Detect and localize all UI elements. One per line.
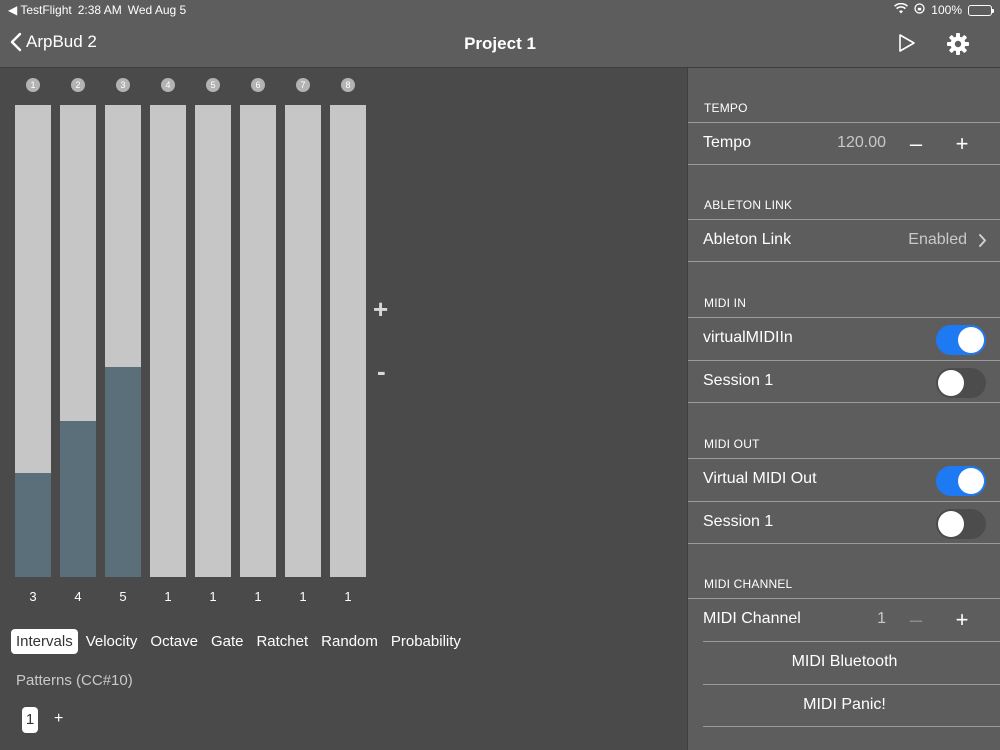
step-level-fill xyxy=(105,366,141,577)
step-slider[interactable] xyxy=(150,105,186,577)
pattern-button[interactable]: 1 xyxy=(22,707,38,733)
step-slider[interactable] xyxy=(15,105,51,577)
midi-panic-row: MIDI Panic! xyxy=(703,684,1000,727)
step-value: 4 xyxy=(74,589,82,604)
step-level-fill xyxy=(60,421,96,577)
status-date: Wed Aug 5 xyxy=(127,3,187,17)
midi-channel-label: MIDI Channel xyxy=(703,610,801,627)
step-value: 1 xyxy=(299,589,307,604)
step-value: 5 xyxy=(119,589,127,604)
midi-out-row: Session 1 xyxy=(688,501,1000,544)
status-bar: ◀ TestFlight 2:38 AM Wed Aug 5 100% xyxy=(0,0,1000,20)
midi-out-toggle[interactable] xyxy=(936,466,986,496)
tempo-value: 120.00 xyxy=(837,134,886,151)
add-step-button[interactable]: + xyxy=(373,294,388,325)
tab-velocity[interactable]: Velocity xyxy=(81,629,143,654)
midi-channel-decrement-button[interactable]: – xyxy=(896,603,936,637)
section-header-ableton-link: ABLETON LINK xyxy=(704,198,793,212)
step-value: 1 xyxy=(344,589,352,604)
ableton-link-label: Ableton Link xyxy=(703,231,792,248)
midi-channel-value: 1 xyxy=(877,610,886,627)
navigation-bar: ArpBud 2 Project 1 xyxy=(0,20,1000,68)
midi-in-row: Session 1 xyxy=(688,360,1000,403)
step-value: 1 xyxy=(164,589,172,604)
battery-icon xyxy=(968,4,994,16)
tab-octave[interactable]: Octave xyxy=(145,629,203,654)
add-pattern-button[interactable]: + xyxy=(54,710,63,728)
tempo-decrement-button[interactable]: – xyxy=(896,127,936,161)
tempo-row: Tempo 120.00 – + xyxy=(688,122,1000,165)
tab-random[interactable]: Random xyxy=(316,629,383,654)
step-slider[interactable] xyxy=(105,105,141,577)
midi-channel-increment-button[interactable]: + xyxy=(942,603,982,637)
battery-percent: 100% xyxy=(931,3,962,17)
step-number-badge: 1 xyxy=(26,78,40,92)
tempo-label: Tempo xyxy=(703,134,752,151)
orientation-lock-icon xyxy=(914,3,925,17)
step-slider[interactable] xyxy=(240,105,276,577)
play-icon xyxy=(899,34,915,52)
chevron-right-icon xyxy=(979,234,986,247)
midi-out-row: Virtual MIDI Out xyxy=(688,458,1000,501)
parameter-tabs: Intervals Velocity Octave Gate Ratchet R… xyxy=(11,629,469,654)
step-slider[interactable] xyxy=(285,105,321,577)
status-time: 2:38 AM xyxy=(77,3,122,17)
step-value: 1 xyxy=(209,589,217,604)
toggle-knob xyxy=(958,327,984,353)
step-number-badge: 2 xyxy=(71,78,85,92)
ableton-link-value: Enabled xyxy=(908,231,967,248)
step-level-fill xyxy=(15,473,51,577)
settings-button[interactable] xyxy=(946,32,970,61)
midi-in-toggle[interactable] xyxy=(936,325,986,355)
midi-bluetooth-button[interactable]: MIDI Bluetooth xyxy=(703,653,986,671)
midi-channel-row: MIDI Channel 1 – + xyxy=(688,598,1000,641)
patterns-label: Patterns (CC#10) xyxy=(16,672,133,689)
page-title: Project 1 xyxy=(464,34,536,53)
step-number-badge: 8 xyxy=(341,78,355,92)
wifi-icon xyxy=(894,2,909,17)
midi-in-source-label: virtualMIDIIn xyxy=(703,329,793,346)
section-header-midi-out: MIDI OUT xyxy=(704,437,760,451)
step-value: 1 xyxy=(254,589,262,604)
tab-probability[interactable]: Probability xyxy=(386,629,466,654)
midi-out-destination-label: Virtual MIDI Out xyxy=(703,470,817,487)
step-number-badge: 5 xyxy=(206,78,220,92)
midi-out-destination-label: Session 1 xyxy=(703,513,774,530)
toggle-knob xyxy=(938,370,964,396)
midi-panic-button[interactable]: MIDI Panic! xyxy=(703,696,986,714)
tempo-increment-button[interactable]: + xyxy=(942,127,982,161)
section-header-midi-in: MIDI IN xyxy=(704,296,747,310)
step-slider[interactable] xyxy=(195,105,231,577)
midi-in-row: virtualMIDIIn xyxy=(688,317,1000,360)
step-slider[interactable] xyxy=(330,105,366,577)
midi-in-toggle[interactable] xyxy=(936,368,986,398)
back-to-app-link[interactable]: ◀ TestFlight xyxy=(8,3,72,17)
toggle-knob xyxy=(938,511,964,537)
tab-ratchet[interactable]: Ratchet xyxy=(251,629,313,654)
section-header-midi-channel: MIDI CHANNEL xyxy=(704,577,793,591)
step-number-badge: 4 xyxy=(161,78,175,92)
midi-out-toggle[interactable] xyxy=(936,509,986,539)
play-button[interactable] xyxy=(898,33,916,58)
settings-panel: TEMPO Tempo 120.00 – + ABLETON LINK Able… xyxy=(687,68,1000,750)
gear-icon xyxy=(947,33,969,55)
midi-bluetooth-row: MIDI Bluetooth xyxy=(703,641,1000,684)
step-number-badge: 7 xyxy=(296,78,310,92)
step-value: 3 xyxy=(29,589,37,604)
tab-gate[interactable]: Gate xyxy=(206,629,249,654)
ableton-link-row[interactable]: Ableton Link Enabled xyxy=(688,219,1000,262)
tab-intervals[interactable]: Intervals xyxy=(11,629,78,654)
toggle-knob xyxy=(958,468,984,494)
midi-in-source-label: Session 1 xyxy=(703,372,774,389)
step-slider[interactable] xyxy=(60,105,96,577)
remove-step-button[interactable]: - xyxy=(377,356,386,387)
step-number-badge: 3 xyxy=(116,78,130,92)
step-number-badge: 6 xyxy=(251,78,265,92)
section-header-tempo: TEMPO xyxy=(704,101,748,115)
